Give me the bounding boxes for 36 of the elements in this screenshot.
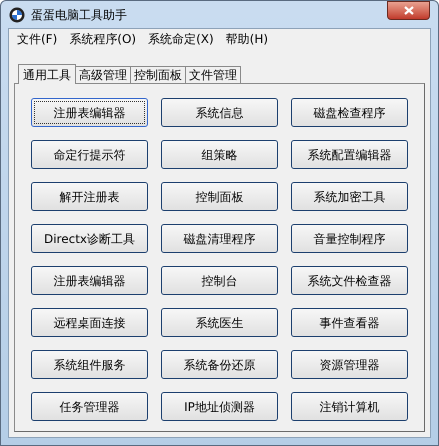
tool-button[interactable]: 任务管理器 bbox=[31, 392, 148, 421]
menu-item[interactable]: 文件(F) bbox=[17, 30, 58, 48]
tool-button[interactable]: 系统备份还原 bbox=[161, 350, 278, 379]
tool-button[interactable]: 系统配置编辑器 bbox=[291, 140, 408, 169]
tool-button[interactable]: 系统组件服务 bbox=[31, 350, 148, 379]
tool-button[interactable]: Directx诊断工具 bbox=[31, 224, 148, 253]
menu-item[interactable]: 系统程序(O) bbox=[69, 30, 136, 48]
tool-button[interactable]: 磁盘清理程序 bbox=[161, 224, 278, 253]
tool-button[interactable]: 系统信息 bbox=[161, 98, 278, 127]
app-logo-icon bbox=[9, 6, 25, 22]
close-button[interactable] bbox=[387, 1, 430, 20]
tool-button[interactable]: 资源管理器 bbox=[291, 350, 408, 379]
tool-button[interactable]: 远程桌面连接 bbox=[31, 308, 148, 337]
tool-button[interactable]: 控制面板 bbox=[161, 182, 278, 211]
close-icon bbox=[404, 6, 414, 15]
window-title: 蛋蛋电脑工具助手 bbox=[31, 6, 127, 24]
tool-button[interactable]: 组策略 bbox=[161, 140, 278, 169]
tool-button[interactable]: 音量控制程序 bbox=[291, 224, 408, 253]
tab[interactable]: 高级管理 bbox=[76, 66, 131, 83]
tool-button[interactable]: 注册表编辑器 bbox=[31, 98, 148, 127]
tool-button[interactable]: 解开注册表 bbox=[31, 182, 148, 211]
tool-button[interactable]: 控制台 bbox=[161, 266, 278, 295]
menu-item[interactable]: 帮助(H) bbox=[226, 30, 268, 48]
tab[interactable]: 文件管理 bbox=[186, 66, 241, 83]
tool-button[interactable]: 注册表编辑器 bbox=[31, 266, 148, 295]
tool-button[interactable]: 命定行提示符 bbox=[31, 140, 148, 169]
menu-item[interactable]: 系统命定(X) bbox=[148, 30, 214, 48]
tool-button[interactable]: 注销计算机 bbox=[291, 392, 408, 421]
tab[interactable]: 控制面板 bbox=[131, 66, 186, 83]
tool-button[interactable]: IP地址侦测器 bbox=[161, 392, 278, 421]
tool-button[interactable]: 系统加密工具 bbox=[291, 182, 408, 211]
tool-button[interactable]: 系统文件检查器 bbox=[291, 266, 408, 295]
tool-button[interactable]: 系统医生 bbox=[161, 308, 278, 337]
tab[interactable]: 通用工具 bbox=[18, 64, 76, 84]
tool-button[interactable]: 事件查看器 bbox=[291, 308, 408, 337]
tool-button[interactable]: 磁盘检查程序 bbox=[291, 98, 408, 127]
